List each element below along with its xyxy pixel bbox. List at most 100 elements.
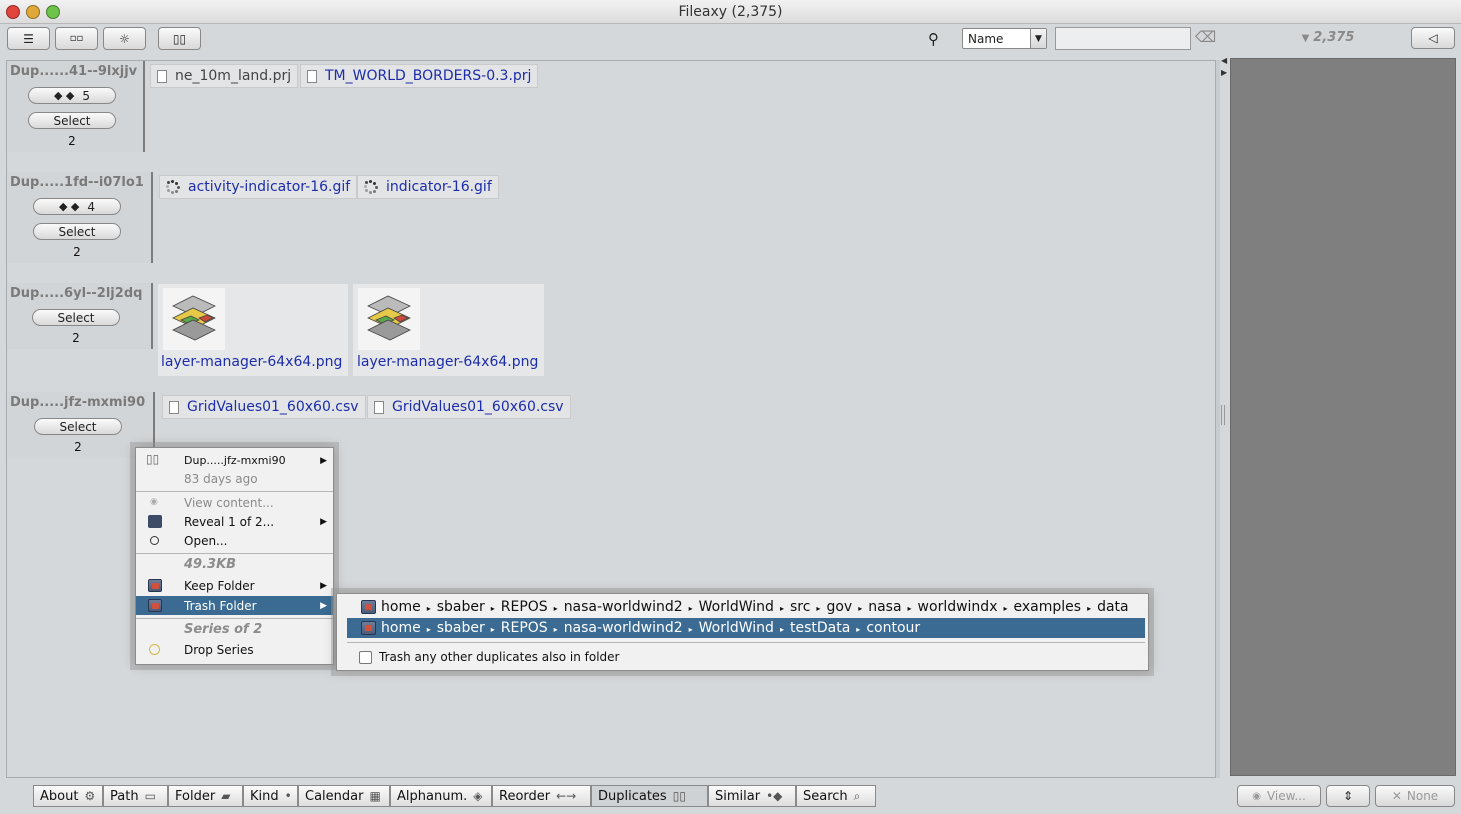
submenu-item-path-src[interactable]: home ▸ sbaber ▸ REPOS ▸ nasa-worldwind2 ▸ WorldW…	[347, 597, 1136, 617]
calendar-icon: ▦	[369, 789, 381, 803]
context-menu: ▯▯ Dup.....jfz-mxmi90 ▶ 83 days ago ◉ Vi…	[135, 447, 334, 665]
group-file-count: 2	[73, 245, 81, 259]
file-item[interactable]: indicator-16.gif	[357, 175, 499, 199]
menu-item-view-content[interactable]: ◉ View content...	[136, 493, 333, 512]
menu-item-keep-folder[interactable]: Keep Folder ▶	[136, 576, 333, 595]
eye-icon: ◉	[150, 497, 158, 507]
document-icon	[307, 69, 317, 83]
tab-label: About	[40, 788, 79, 804]
sort-select[interactable]: Name ▼	[962, 28, 1047, 49]
path-separator-icon: ▸	[858, 604, 863, 613]
layout-button[interactable]: ▫▫	[55, 27, 98, 50]
group-select-button[interactable]: Select	[33, 223, 121, 240]
group-reorder-button[interactable]: ◆ ◆ 5	[28, 87, 116, 104]
tab-path[interactable]: Path ▭	[103, 785, 168, 807]
tab-label: Alphanum.	[397, 788, 468, 804]
duplicate-docs-icon: ▯▯	[146, 452, 160, 466]
dup-group-title: Dup......41--9lxjjv	[10, 64, 138, 79]
menu-item-group[interactable]: ▯▯ Dup.....jfz-mxmi90 ▶	[136, 451, 333, 470]
menu-button[interactable]: ☰	[7, 27, 50, 50]
duplicates-view-button[interactable]: ▯▯	[158, 27, 201, 50]
collapse-panel-button[interactable]: ◁	[1411, 27, 1455, 49]
document-icon	[157, 69, 167, 83]
splitter-handle[interactable]	[1221, 405, 1225, 425]
layer-manager-thumbnail-icon	[163, 288, 225, 350]
settings-button[interactable]: ☼	[103, 27, 146, 50]
trash-folder-submenu: home ▸ sbaber ▸ REPOS ▸ nasa-worldwind2 ▸ WorldW…	[336, 593, 1149, 671]
dup-group-title: Dup.....6yl--2lj2dq	[10, 286, 143, 301]
file-item[interactable]: GridValues01_60x60.csv	[162, 395, 366, 419]
file-name: indicator-16.gif	[386, 179, 492, 195]
menu-separator	[136, 553, 333, 554]
chevron-down-icon: ▼	[1030, 29, 1046, 48]
tab-similar[interactable]: Similar •◆	[708, 785, 796, 807]
search-input[interactable]	[1055, 27, 1191, 50]
path-separator-icon: ▸	[1003, 604, 1008, 613]
path-segment: nasa-worldwind2	[563, 620, 683, 636]
clear-search-icon[interactable]: ⌫	[1195, 28, 1216, 46]
file-item[interactable]: TM_WORLD_BORDERS-0.3.prj	[300, 64, 539, 88]
menu-item-drop-series[interactable]: Drop Series	[136, 640, 333, 659]
tab-label: Folder	[175, 788, 216, 804]
file-item[interactable]: activity-indicator-16.gif	[159, 175, 358, 199]
group-file-count: 2	[74, 440, 82, 454]
hamburger-icon: ☰	[23, 31, 34, 46]
path-separator-icon: ▸	[490, 625, 495, 634]
path-segment: REPOS	[500, 620, 548, 636]
file-thumbnail-item[interactable]: layer-manager-64x64.png	[158, 284, 348, 376]
view-button[interactable]: ◉ View...	[1237, 785, 1321, 807]
tab-reorder[interactable]: Reorder ←→	[492, 785, 591, 807]
file-name: GridValues01_60x60.csv	[187, 399, 359, 415]
file-name: activity-indicator-16.gif	[188, 179, 351, 195]
group-reorder-count: 4	[87, 199, 96, 214]
file-item[interactable]: ne_10m_land.prj	[150, 64, 299, 88]
path-segment: testData	[789, 620, 851, 636]
gear-icon: ☼	[119, 31, 130, 46]
document-icon	[169, 400, 179, 414]
group-reorder-button[interactable]: ◆ ◆ 4	[33, 198, 121, 215]
expand-right-icon[interactable]: ▶	[1221, 68, 1227, 77]
swap-order-button[interactable]: ⇕	[1326, 785, 1370, 807]
file-item[interactable]: GridValues01_60x60.csv	[367, 395, 571, 419]
path-separator-icon: ▸	[779, 604, 784, 613]
path-separator-icon: ▸	[553, 625, 558, 634]
none-button[interactable]: ✕ None	[1375, 785, 1455, 807]
dup-group-title: Dup.....1fd--i07lo1	[10, 175, 144, 190]
tab-alphanum[interactable]: Alphanum. ◈	[390, 785, 492, 807]
group-reorder-count: 5	[82, 88, 91, 103]
tab-calendar[interactable]: Calendar ▦	[298, 785, 390, 807]
collapse-left-icon[interactable]: ◀	[1221, 56, 1227, 65]
tab-folder[interactable]: Folder ▰	[168, 785, 243, 807]
folder-icon	[361, 621, 376, 635]
menu-item-reveal[interactable]: Reveal 1 of 2... ▶	[136, 512, 333, 531]
file-thumbnail-item[interactable]: layer-manager-64x64.png	[353, 284, 544, 376]
tab-duplicates[interactable]: Duplicates ▯▯	[591, 785, 708, 807]
menu-item-trash-folder[interactable]: Trash Folder ▶	[136, 596, 333, 615]
search-icon: ⌕	[853, 788, 861, 803]
diamond-arrows-icon: ◆ ◆	[53, 89, 75, 102]
window-title: Fileaxy (2,375)	[678, 4, 783, 20]
menu-item-label: Dup.....jfz-mxmi90	[184, 454, 286, 467]
bullet-icon: •	[284, 789, 292, 803]
path-segment: WorldWind	[698, 620, 774, 636]
trash-duplicates-checkbox[interactable]	[359, 651, 372, 664]
tab-search[interactable]: Search ⌕	[796, 785, 876, 807]
submenu-arrow-icon: ▶	[320, 580, 327, 591]
right-panel-count-value: 2,375	[1313, 30, 1355, 45]
group-select-button[interactable]: Select	[28, 112, 116, 129]
menu-item-open[interactable]: Open...	[136, 531, 333, 550]
trash-duplicates-label: Trash any other duplicates also in folde…	[379, 650, 620, 664]
group-select-button[interactable]: Select	[34, 418, 122, 435]
sort-select-value: Name	[968, 31, 1004, 46]
duplicate-docs-icon: ▯▯	[172, 31, 187, 46]
tab-kind[interactable]: Kind •	[243, 785, 298, 807]
group-select-button[interactable]: Select	[32, 309, 120, 326]
path-segment: src	[789, 599, 811, 615]
activity-spinner-icon	[166, 180, 180, 194]
vertical-scrollbar[interactable]	[1216, 60, 1220, 778]
path-separator-icon: ▸	[426, 625, 431, 634]
menu-item-label: Open...	[184, 533, 228, 548]
tab-about[interactable]: About ⚙	[33, 785, 103, 807]
submenu-item-path-testdata[interactable]: home ▸ sbaber ▸ REPOS ▸ nasa-worldwind2 ▸ WorldW…	[347, 618, 1145, 638]
path-segment: worldwindx	[917, 599, 998, 615]
